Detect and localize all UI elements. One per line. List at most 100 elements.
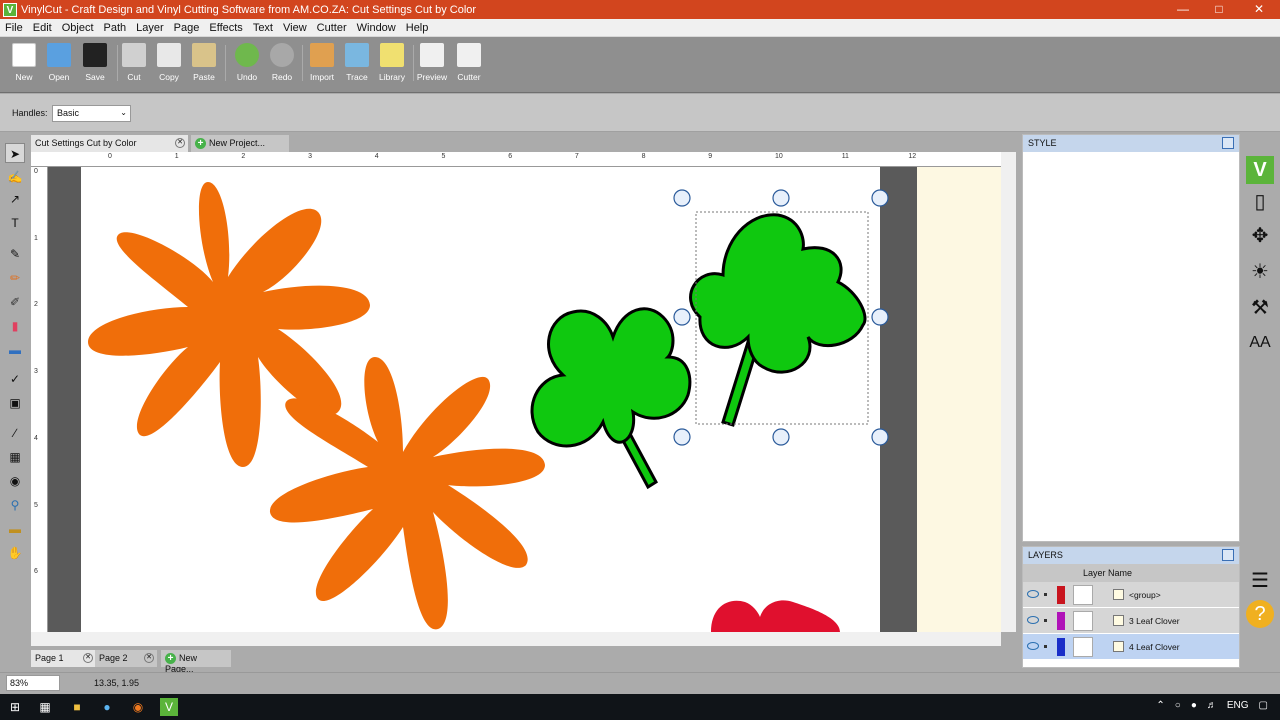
- ruler-label: 6: [34, 568, 38, 576]
- layer-row[interactable]: 3 Leaf Clover: [1023, 608, 1239, 634]
- layer-row[interactable]: <group>: [1023, 582, 1239, 608]
- library-button[interactable]: Library: [374, 43, 410, 87]
- transform-icon[interactable]: ↗: [5, 189, 25, 209]
- close-icon[interactable]: ✕: [144, 653, 154, 663]
- ruler-label: 10: [775, 153, 783, 160]
- layers-stack-icon[interactable]: ☰: [1246, 567, 1274, 595]
- steam-icon[interactable]: ●: [98, 698, 116, 716]
- text-tool-icon[interactable]: T: [5, 213, 25, 233]
- tab-page-1[interactable]: Page 1 ✕: [31, 650, 96, 667]
- tab-cut-settings[interactable]: Cut Settings Cut by Color ✕: [31, 135, 188, 152]
- menu-object[interactable]: Object: [57, 22, 99, 34]
- path-tool-icon[interactable]: ▦: [5, 447, 25, 467]
- layer-color-swatch[interactable]: [1057, 612, 1065, 630]
- handles-select[interactable]: Basic ⌄: [52, 105, 131, 122]
- undo-button[interactable]: Undo: [229, 43, 265, 87]
- cursor-coordinates: 13.35, 1.95: [94, 678, 140, 688]
- eyedropper-icon[interactable]: ✓: [5, 369, 25, 389]
- node-edit-icon[interactable]: ✍: [5, 167, 25, 187]
- fill-tool-icon[interactable]: ▣: [5, 393, 25, 413]
- cutter-button[interactable]: Cutter: [451, 43, 487, 87]
- ruler-label: 1: [34, 234, 38, 242]
- red-heart-shape[interactable]: [711, 600, 840, 632]
- menu-file[interactable]: File: [0, 22, 28, 34]
- panel-undock-icon[interactable]: [1222, 549, 1234, 561]
- weld-icon[interactable]: ◉: [5, 471, 25, 491]
- panel-undock-icon[interactable]: [1222, 137, 1234, 149]
- layer-row-selected[interactable]: 4 Leaf Clover: [1023, 634, 1239, 660]
- firefox-icon[interactable]: ◉: [129, 698, 147, 716]
- wrench-icon[interactable]: ⚒: [1246, 294, 1274, 322]
- close-icon[interactable]: ✕: [175, 138, 185, 148]
- help-icon[interactable]: ?: [1246, 600, 1274, 628]
- zoom-icon[interactable]: ⚲: [5, 495, 25, 515]
- font-icon[interactable]: AA: [1246, 329, 1274, 357]
- redo-button[interactable]: Redo: [264, 43, 300, 87]
- task-view-icon[interactable]: ▦: [36, 698, 54, 716]
- close-icon[interactable]: ✕: [83, 653, 93, 663]
- tab-page-2[interactable]: Page 2 ✕: [95, 650, 157, 667]
- move-arrows-icon[interactable]: ✥: [1246, 222, 1274, 250]
- three-leaf-clover-shape[interactable]: [530, 307, 692, 490]
- maximize-button[interactable]: □: [1200, 0, 1238, 19]
- cutter-blade-icon: [457, 43, 481, 67]
- chevron-up-icon[interactable]: ⌃: [1156, 700, 1164, 711]
- paste-button[interactable]: Paste: [186, 43, 222, 87]
- eye-icon[interactable]: [1027, 642, 1039, 650]
- open-button[interactable]: Open: [41, 43, 77, 87]
- menu-help[interactable]: Help: [401, 22, 434, 34]
- import-button[interactable]: Import: [304, 43, 340, 87]
- volume-icon[interactable]: ♬: [1207, 700, 1217, 711]
- menu-layer[interactable]: Layer: [131, 22, 169, 34]
- rectangle-tool-icon[interactable]: ▬: [5, 340, 25, 360]
- undo-arrow-icon: [235, 43, 259, 67]
- clipboard-icon: [192, 43, 216, 67]
- knife-icon[interactable]: ∕: [5, 423, 25, 443]
- language-indicator[interactable]: ENG: [1227, 700, 1249, 711]
- brush-icon[interactable]: ✐: [5, 292, 25, 312]
- select-arrow-icon[interactable]: ➤: [5, 143, 25, 163]
- layer-color-swatch[interactable]: [1057, 638, 1065, 656]
- notification-icon[interactable]: ▢: [1259, 700, 1268, 711]
- page-icon[interactable]: ▯: [1246, 188, 1274, 216]
- vertical-scrollbar[interactable]: [1001, 152, 1016, 632]
- pen-nib-icon[interactable]: ✎: [5, 244, 25, 264]
- menu-window[interactable]: Window: [352, 22, 401, 34]
- hand-pan-icon[interactable]: ✋: [5, 543, 25, 563]
- file-explorer-icon[interactable]: ■: [68, 698, 86, 716]
- eye-icon[interactable]: [1027, 590, 1039, 598]
- new-button[interactable]: New: [6, 43, 42, 87]
- menu-view[interactable]: View: [278, 22, 312, 34]
- color-palette-icon[interactable]: ☀: [1246, 258, 1274, 286]
- design-canvas[interactable]: [48, 167, 1001, 632]
- menu-cutter[interactable]: Cutter: [312, 22, 352, 34]
- eye-icon[interactable]: [1027, 616, 1039, 624]
- menu-effects[interactable]: Effects: [204, 22, 247, 34]
- save-button[interactable]: Save: [77, 43, 113, 87]
- four-leaf-clover-shape[interactable]: [689, 213, 867, 427]
- close-button[interactable]: ✕: [1240, 0, 1278, 19]
- cut-button[interactable]: Cut: [116, 43, 152, 87]
- tab-new-project[interactable]: + New Project...: [191, 135, 289, 152]
- network-icon[interactable]: ○: [1175, 700, 1181, 711]
- new-document-icon: [12, 43, 36, 67]
- windows-start-icon[interactable]: ⊞: [6, 698, 24, 716]
- layer-color-swatch[interactable]: [1057, 586, 1065, 604]
- zoom-select[interactable]: 83%: [6, 675, 60, 691]
- menu-text[interactable]: Text: [248, 22, 278, 34]
- preview-button[interactable]: Preview: [414, 43, 450, 87]
- measure-icon[interactable]: ▬: [5, 519, 25, 539]
- vinylcut-taskbar-icon[interactable]: V: [160, 698, 178, 716]
- pencil-icon[interactable]: ✏: [5, 268, 25, 288]
- minimize-button[interactable]: —: [1164, 0, 1202, 19]
- tab-new-page[interactable]: + New Page...: [161, 650, 231, 674]
- horizontal-scrollbar[interactable]: [31, 632, 1001, 646]
- eraser-icon[interactable]: ▮: [5, 316, 25, 336]
- menu-page[interactable]: Page: [169, 22, 205, 34]
- vinylcut-logo-icon[interactable]: V: [1246, 156, 1274, 184]
- microphone-icon[interactable]: ●: [1191, 700, 1197, 711]
- trace-button[interactable]: Trace: [339, 43, 375, 87]
- menu-edit[interactable]: Edit: [28, 22, 57, 34]
- menu-path[interactable]: Path: [99, 22, 132, 34]
- copy-button[interactable]: Copy: [151, 43, 187, 87]
